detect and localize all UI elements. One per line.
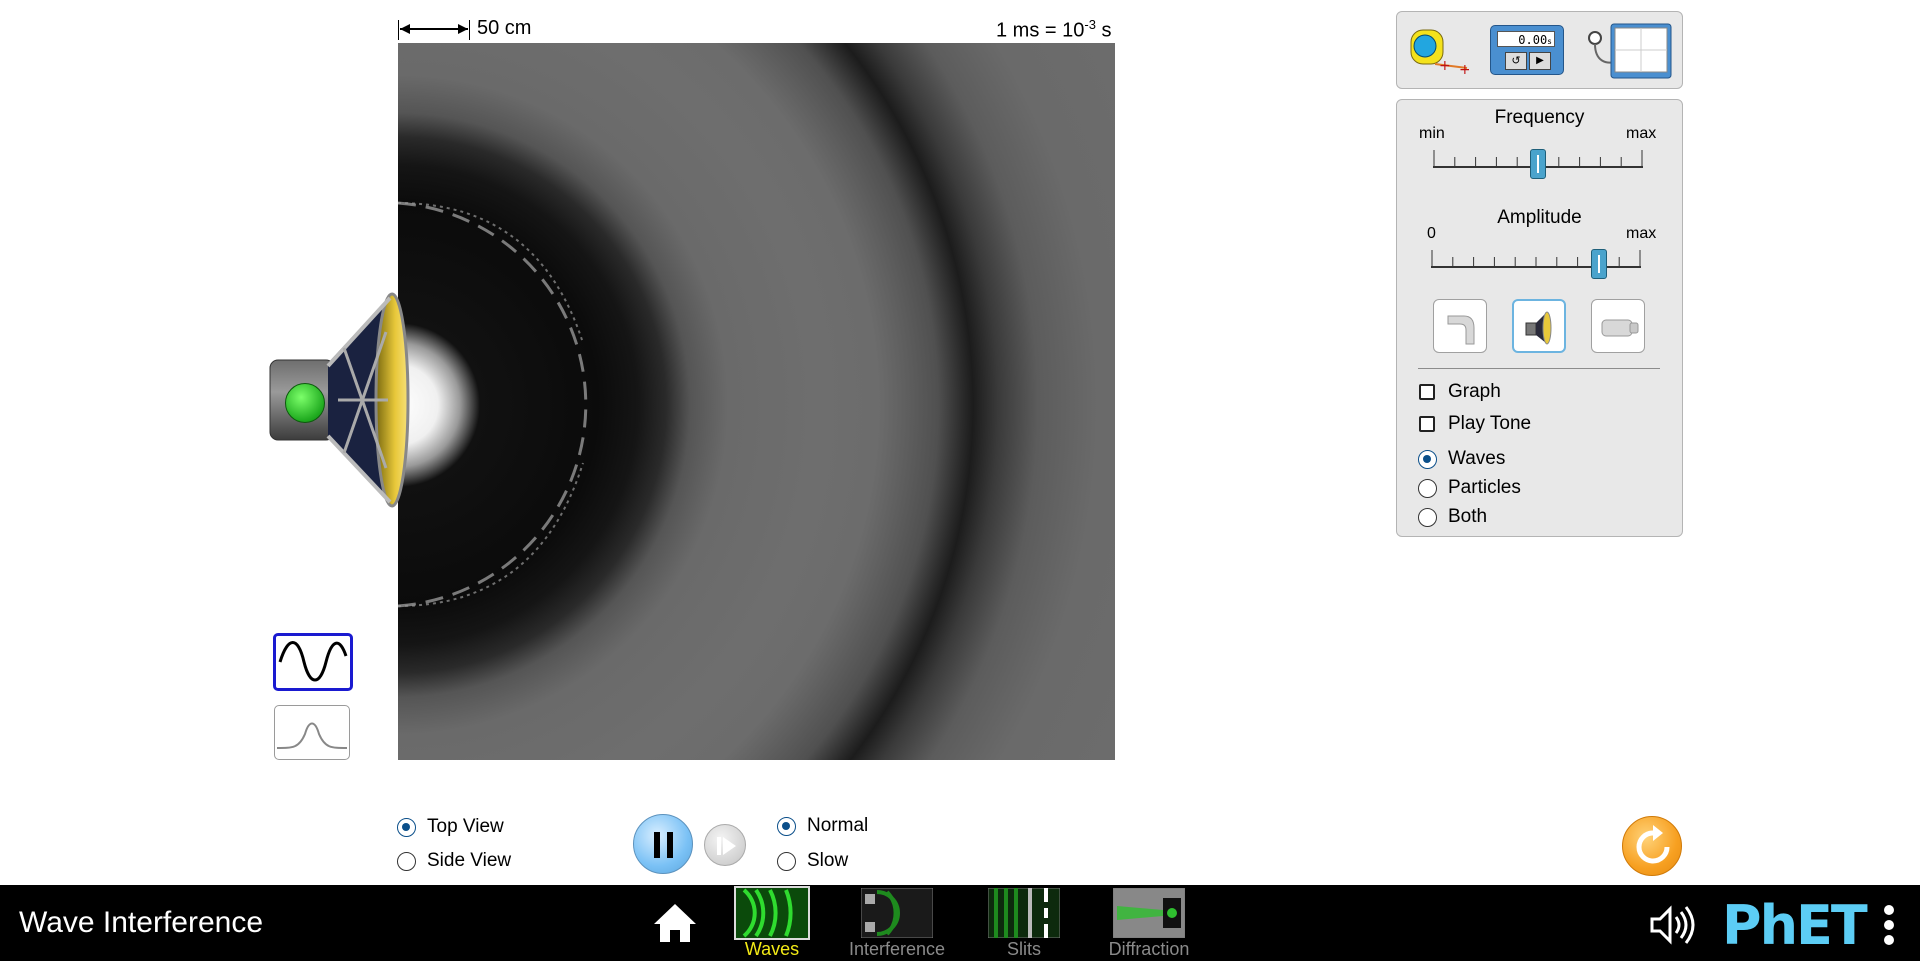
stopwatch-tool[interactable]: 0.00s ↺ ▶	[1490, 25, 1564, 75]
control-panel: Frequency min max Amplitude 0 max Graph …	[1396, 99, 1683, 537]
normal-speed-radio-button[interactable]	[777, 816, 796, 836]
speaker[interactable]	[268, 288, 428, 513]
play-tone-checkbox-label: Play Tone	[1448, 413, 1532, 434]
normal-speed-radio[interactable]: Normal	[777, 815, 868, 837]
speaker-volume-icon	[1650, 905, 1695, 945]
phet-logo[interactable]: PhET	[1722, 896, 1868, 956]
play-tone-checkbox-box[interactable]	[1419, 416, 1435, 432]
both-radio-label: Both	[1448, 506, 1488, 527]
menu-dot	[1884, 905, 1894, 915]
tab-waves-label: Waves	[744, 939, 800, 959]
continuous-wave-button[interactable]	[273, 633, 353, 691]
menu-dot	[1884, 920, 1894, 930]
both-radio-button[interactable]	[1418, 507, 1437, 527]
frequency-max-label: max	[1626, 125, 1657, 142]
speaker-green-button[interactable]	[285, 383, 325, 423]
waves-radio-label: Waves	[1448, 448, 1506, 469]
waves-radio[interactable]: Waves	[1418, 448, 1505, 470]
amplitude-slider-thumb[interactable]	[1591, 249, 1607, 279]
wave-area[interactable]	[398, 43, 1115, 760]
interference-screen-icon	[860, 887, 934, 939]
home-icon	[654, 904, 696, 942]
slits-screen-icon	[987, 887, 1061, 939]
side-view-radio[interactable]: Side View	[397, 850, 511, 872]
slow-speed-radio[interactable]: Slow	[777, 850, 848, 872]
side-view-label: Side View	[427, 850, 512, 871]
tab-interference-label: Interference	[848, 939, 946, 959]
graph-checkbox-label: Graph	[1448, 381, 1501, 402]
reset-all-button[interactable]	[1622, 816, 1682, 876]
particles-radio-label: Particles	[1448, 477, 1521, 498]
waves-screen-icon	[734, 886, 810, 940]
stopwatch-unit: s	[1547, 37, 1552, 46]
amplitude-ticks	[1431, 250, 1641, 266]
top-view-radio[interactable]: Top View	[397, 816, 504, 838]
waves-radio-button[interactable]	[1418, 449, 1437, 469]
pulse-icon	[276, 722, 348, 749]
graph-checkbox-box[interactable]	[1419, 384, 1435, 400]
sound-source-button[interactable]	[1512, 299, 1566, 353]
svg-text:+: +	[1439, 58, 1451, 74]
speaker-icon	[1525, 311, 1552, 345]
normal-speed-label: Normal	[807, 815, 869, 836]
menu-dot	[1884, 935, 1894, 945]
tab-slits-label: Slits	[1006, 939, 1041, 959]
sound-toggle-button[interactable]	[1648, 903, 1698, 947]
water-source-button[interactable]	[1433, 299, 1487, 353]
step-forward-icon	[717, 837, 736, 855]
tab-diffraction[interactable]: Diffraction	[1096, 887, 1202, 960]
top-view-radio-button[interactable]	[397, 817, 416, 837]
play-icon: ▶	[1529, 52, 1551, 70]
svg-text:+: +	[1459, 62, 1469, 76]
reset-icon: ↺	[1505, 52, 1527, 70]
amplitude-max-label: max	[1626, 225, 1657, 242]
navigation-bar	[0, 885, 1920, 961]
faucet-icon	[1447, 315, 1475, 345]
graph-checkbox[interactable]: Graph	[1419, 381, 1501, 403]
light-source-button[interactable]	[1591, 299, 1645, 353]
tab-diffraction-label: Diffraction	[1108, 939, 1190, 959]
top-view-label: Top View	[427, 816, 504, 837]
tab-interference[interactable]: Interference	[843, 887, 951, 960]
slow-speed-label: Slow	[807, 850, 849, 871]
tab-slits[interactable]: Slits	[987, 887, 1061, 960]
both-radio[interactable]: Both	[1418, 506, 1487, 528]
pulse-wave-button[interactable]	[274, 705, 350, 760]
pause-icon	[654, 832, 660, 858]
menu-button[interactable]	[1882, 905, 1896, 949]
diffraction-screen-icon	[1112, 887, 1186, 939]
play-tone-checkbox[interactable]: Play Tone	[1419, 413, 1531, 435]
pause-icon-bar	[667, 832, 673, 858]
time-scale-label: 1 ms = 10-3 s	[996, 17, 1112, 42]
length-scale-bar	[398, 18, 470, 44]
tab-waves[interactable]: Waves	[734, 886, 810, 960]
wave-meter-tool[interactable]	[1585, 22, 1673, 80]
home-button[interactable]	[652, 902, 698, 944]
amplitude-min-label: 0	[1427, 225, 1436, 242]
stopwatch-readout: 0.00	[1518, 33, 1548, 47]
side-view-radio-button[interactable]	[397, 851, 416, 871]
panel-divider	[1418, 368, 1660, 369]
sine-wave-icon	[278, 641, 348, 682]
app-title: Wave Interference	[19, 906, 263, 939]
step-forward-button[interactable]	[704, 824, 746, 866]
play-pause-button[interactable]	[633, 814, 693, 874]
measuring-tape-tool[interactable]: + +	[1409, 26, 1471, 78]
frequency-min-label: min	[1419, 125, 1445, 142]
length-scale-label: 50 cm	[477, 17, 532, 39]
laser-icon	[1601, 319, 1639, 337]
particles-radio-button[interactable]	[1418, 478, 1437, 498]
particles-radio[interactable]: Particles	[1418, 477, 1521, 499]
frequency-slider-thumb[interactable]	[1530, 149, 1546, 179]
tools-panel: + + 0.00s ↺ ▶	[1396, 11, 1683, 89]
slow-speed-radio-button[interactable]	[777, 851, 796, 871]
reset-icon	[1636, 825, 1670, 864]
